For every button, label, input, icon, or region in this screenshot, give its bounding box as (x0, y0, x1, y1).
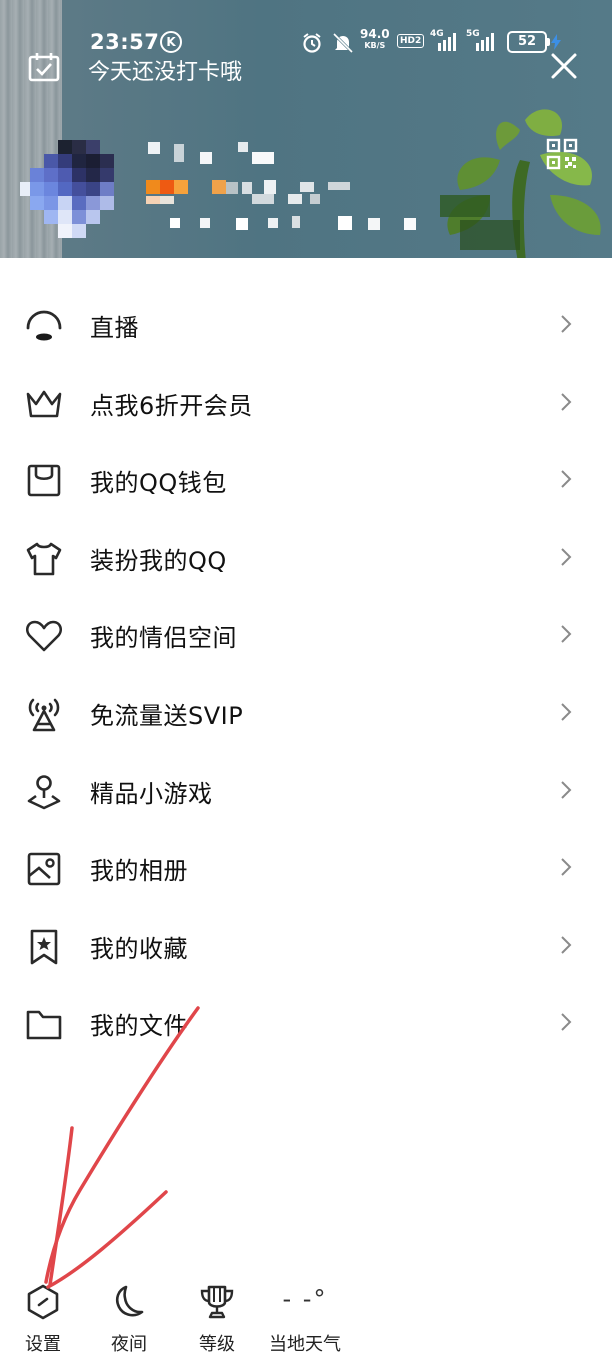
heart-icon (25, 621, 63, 652)
signal-bars-icon (438, 33, 456, 51)
level-button[interactable]: 等级 (172, 1282, 262, 1356)
charging-bolt-icon (551, 34, 561, 50)
weather-temperature: - -° (282, 1285, 328, 1313)
chevron-right-icon (561, 858, 572, 876)
hd-badge: HD2 (397, 34, 425, 48)
chevron-right-icon (561, 392, 572, 411)
settings-button[interactable]: 设置 (0, 1282, 88, 1356)
crown-icon (26, 390, 62, 417)
calendar-check-icon[interactable] (28, 52, 60, 82)
night-mode-label: 夜间 (111, 1334, 147, 1355)
signal-bars-2-icon (476, 33, 494, 51)
menu-item-label: 我的相册 (90, 857, 188, 886)
chevron-right-icon (561, 703, 572, 721)
net-speed: 94.0 KB/S (360, 27, 390, 51)
menu-item-label: 免流量送SVIP (90, 701, 244, 730)
menu-item-label: 我的情侣空间 (90, 624, 237, 653)
night-mode-button[interactable]: 夜间 (84, 1282, 174, 1356)
mute-bell-icon (332, 32, 354, 54)
menu-item-label: 我的文件 (90, 1012, 188, 1041)
wallet-icon (27, 464, 61, 497)
menu-item-files[interactable]: 我的文件 (0, 984, 612, 1062)
menu-item-couple-space[interactable]: 我的情侣空间 (0, 596, 612, 674)
menu-item-label: 直播 (90, 314, 139, 342)
status-bar: 23:57 K 94.0 KB/S HD2 4G 5G 52 (0, 0, 612, 54)
trophy-icon (200, 1285, 234, 1319)
qr-code-icon[interactable] (546, 138, 578, 170)
menu-item-vip-discount[interactable]: 点我6折开会员 (0, 364, 612, 442)
menu-item-dressup[interactable]: 装扮我的QQ (0, 519, 612, 597)
net-speed-unit: KB/S (364, 41, 386, 50)
chevron-right-icon (561, 936, 572, 954)
profile-header: 23:57 K 94.0 KB/S HD2 4G 5G 52 今天还没打卡哦 (0, 0, 612, 262)
avatar[interactable] (20, 140, 130, 248)
menu-item-label: 点我6折开会员 (90, 391, 253, 420)
menu-item-mini-games[interactable]: 精品小游戏 (0, 752, 612, 830)
live-icon (26, 310, 62, 341)
carrier-k-icon: K (160, 31, 182, 53)
photo-album-icon (27, 852, 61, 886)
menu-item-photo-album[interactable]: 我的相册 (0, 829, 612, 907)
menu-item-free-data-svip[interactable]: 免流量送SVIP (0, 674, 612, 752)
menu-item-label: 精品小游戏 (90, 779, 213, 808)
close-icon[interactable] (548, 50, 580, 82)
menu-item-live[interactable]: 直播 (0, 286, 612, 364)
pixelated-nickname[interactable] (140, 138, 440, 238)
level-label: 等级 (199, 1334, 235, 1355)
chevron-right-icon (561, 470, 572, 488)
status-time: 23:57 (90, 30, 160, 54)
net-speed-value: 94.0 (360, 27, 390, 41)
game-pin-icon (27, 774, 61, 809)
menu-item-wallet[interactable]: 我的QQ钱包 (0, 441, 612, 519)
chevron-right-icon (561, 315, 572, 333)
drawer-menu: 直播 点我6折开会员 我的QQ钱包 装扮我的QQ 我的情侣空间 免流量送SVIP… (0, 286, 612, 1062)
chevron-right-icon (561, 625, 572, 644)
checkin-text[interactable]: 今天还没打卡哦 (88, 54, 242, 86)
bookmark-star-icon (30, 929, 58, 965)
menu-item-favorites[interactable]: 我的收藏 (0, 907, 612, 985)
menu-item-label: 我的QQ钱包 (90, 469, 227, 498)
alarm-icon (303, 33, 321, 53)
menu-item-label: 我的收藏 (90, 934, 188, 963)
plant-decoration (440, 109, 601, 262)
weather-label: 当地天气 (269, 1334, 341, 1355)
antenna-icon (28, 698, 60, 732)
settings-hexagon-icon (27, 1284, 59, 1320)
battery-indicator: 52 (507, 31, 550, 53)
settings-label: 设置 (25, 1334, 61, 1355)
folder-icon (26, 1011, 62, 1040)
shirt-icon (26, 542, 62, 576)
moon-icon (115, 1285, 144, 1317)
menu-item-label: 装扮我的QQ (90, 546, 227, 575)
header-bottom-edge (0, 258, 612, 262)
chevron-right-icon (561, 780, 572, 799)
chevron-right-icon (561, 548, 572, 566)
chevron-right-icon (561, 1013, 572, 1032)
local-weather-button[interactable]: - -° 当地天气 (260, 1282, 350, 1356)
